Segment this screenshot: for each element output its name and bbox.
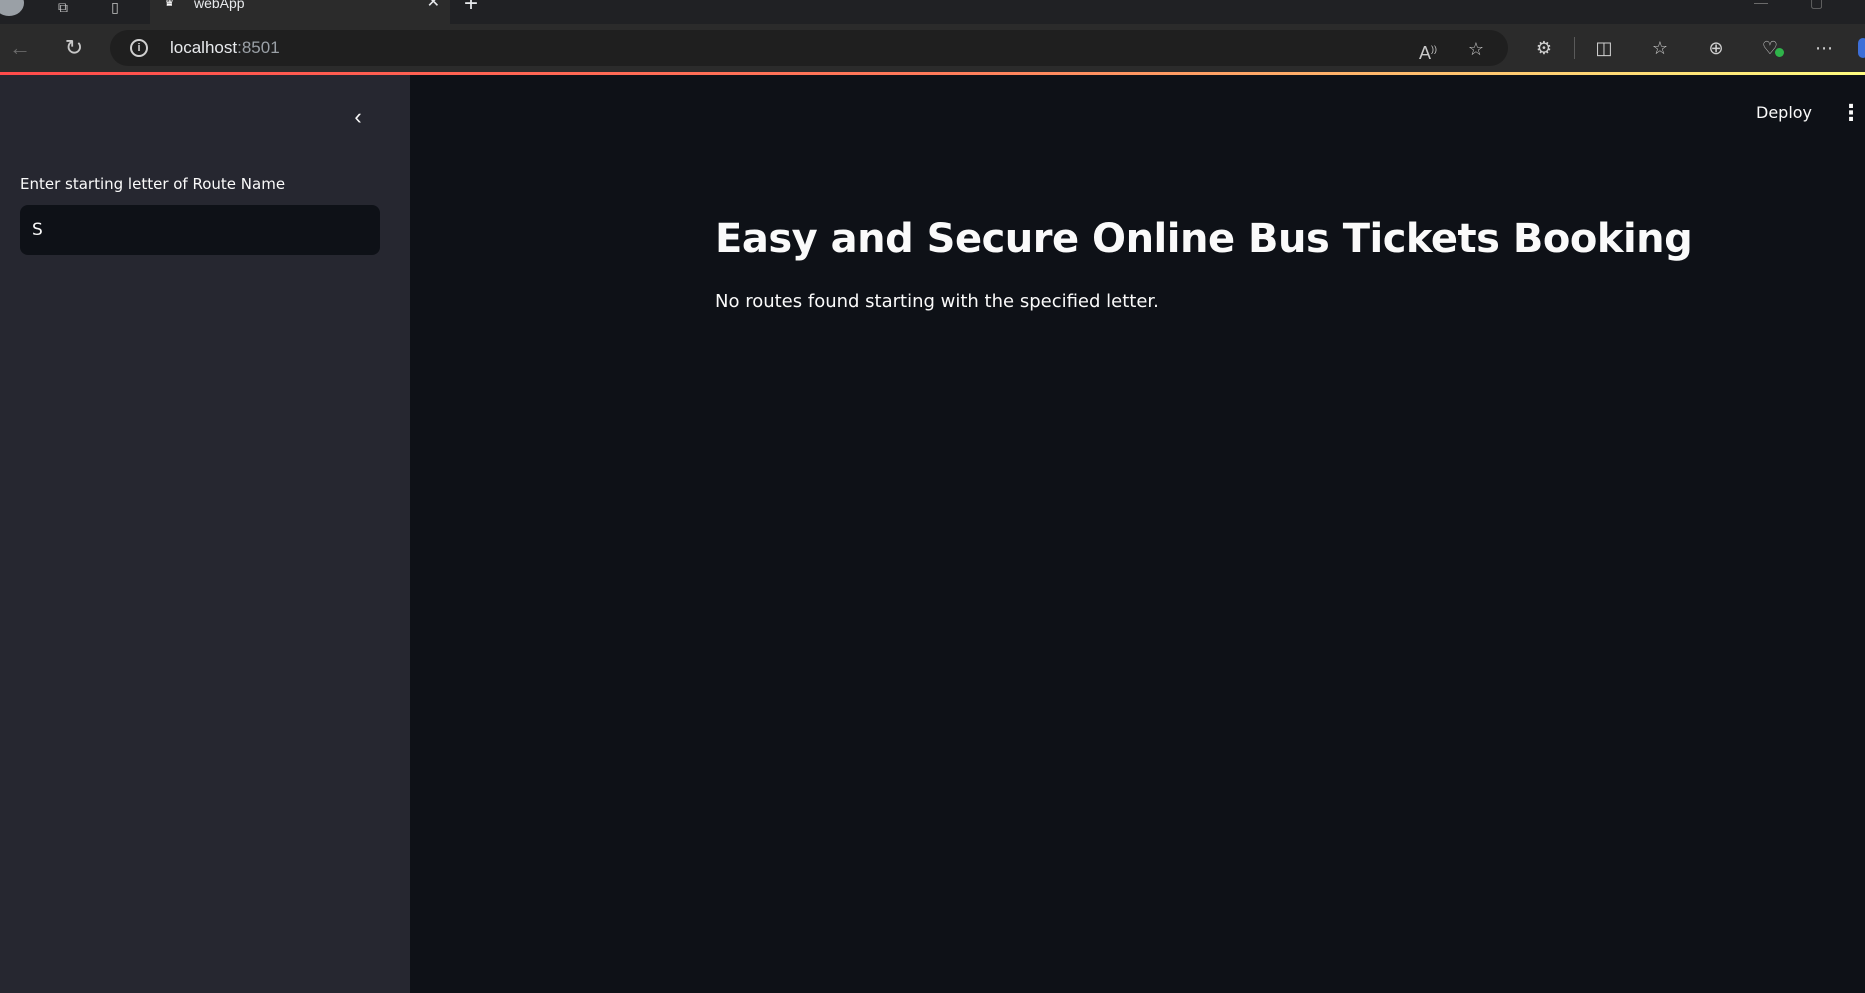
extensions-icon[interactable]: ⚙ (1530, 34, 1558, 62)
address-bar[interactable]: i localhost:8501 A)) ☆ (110, 30, 1508, 66)
workspaces-icon[interactable]: ⧉ (52, 0, 74, 20)
tab-title: webApp (194, 0, 245, 11)
favorite-star-icon[interactable]: ☆ (1464, 37, 1488, 61)
browser-toolbar: ← ↻ i localhost:8501 A)) ☆ (0, 24, 1865, 72)
collapse-sidebar-icon[interactable]: ‹ (346, 105, 370, 129)
more-options-icon[interactable]: ⋯ (1810, 34, 1838, 62)
close-tab-icon[interactable]: ✕ (427, 0, 440, 11)
page-title: Easy and Secure Online Bus Tickets Booki… (715, 216, 1693, 262)
main-content: Deploy ⋮ Easy and Secure Online Bus Tick… (410, 75, 1865, 993)
route-input-label: Enter starting letter of Route Name (20, 175, 286, 193)
read-aloud-icon[interactable]: A)) (1416, 37, 1440, 63)
browser-tab[interactable]: ♛ webApp ✕ (150, 0, 450, 24)
deploy-button[interactable]: Deploy (1756, 103, 1812, 123)
toolbar-divider (1574, 37, 1575, 59)
copilot-icon[interactable] (1858, 38, 1865, 58)
refresh-icon[interactable]: ↻ (60, 34, 88, 62)
browser-tab-strip: ⧉ ▯ ♛ webApp ✕ + — ▢ (0, 0, 1865, 24)
sidebar: ‹ Enter starting letter of Route Name (0, 75, 410, 993)
status-message: No routes found starting with the specif… (715, 291, 1159, 312)
split-screen-icon[interactable]: ◫ (1590, 34, 1618, 62)
route-letter-input[interactable] (20, 205, 380, 255)
vertical-tabs-icon[interactable]: ▯ (104, 0, 126, 20)
favorites-icon[interactable]: ☆ (1646, 34, 1674, 62)
site-info-icon[interactable]: i (130, 39, 148, 57)
profile-avatar[interactable] (0, 0, 24, 16)
restore-icon[interactable]: ▢ (1810, 0, 1823, 11)
new-tab-icon[interactable]: + (464, 0, 478, 16)
url-text[interactable]: localhost:8501 (170, 39, 280, 57)
minimize-icon[interactable]: — (1754, 0, 1768, 10)
health-status-icon (1775, 48, 1784, 57)
collections-icon[interactable]: ⊕ (1702, 34, 1730, 62)
main-menu-icon[interactable]: ⋮ (1840, 101, 1862, 125)
streamlit-favicon-icon: ♛ (164, 0, 175, 9)
back-icon[interactable]: ← (6, 34, 34, 62)
